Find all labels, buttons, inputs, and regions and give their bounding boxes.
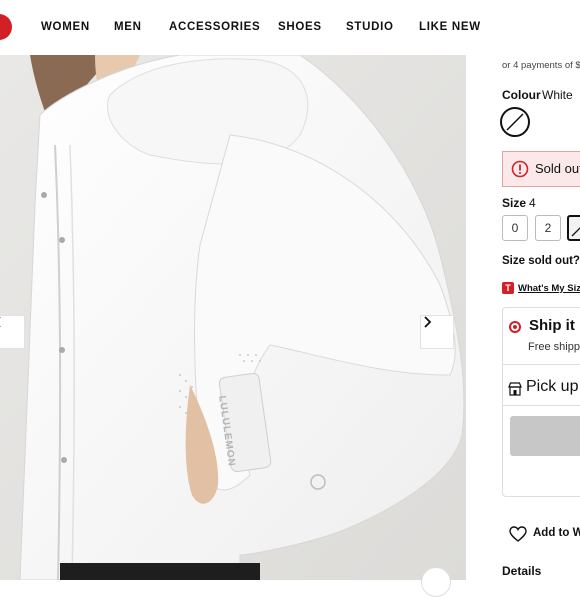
ship-it-subtitle: Free shipp [528, 341, 580, 353]
store-icon [508, 382, 522, 396]
carousel-next-button[interactable] [420, 315, 454, 349]
size-option-0[interactable]: 0 [502, 215, 528, 241]
carousel-prev-button[interactable] [0, 315, 25, 349]
whats-my-size-link[interactable]: What's My Siz [518, 283, 580, 294]
sold-out-alert: Sold out [502, 151, 580, 187]
installments-text: or 4 payments of $4 [502, 60, 580, 71]
chevron-left-icon [0, 317, 1, 327]
product-details-panel: or 4 payments of $4 Colour White Sold ou… [466, 55, 580, 580]
nav-accessories[interactable]: ACCESSORIES [169, 21, 260, 33]
sold-out-text: Sold out [535, 161, 580, 176]
size-value: 4 [529, 196, 536, 210]
pick-up-title[interactable]: Pick up [526, 378, 578, 396]
nav-shoes[interactable]: SHOES [278, 21, 322, 33]
size-sold-out-text[interactable]: Size sold out? G [502, 255, 580, 267]
alert-icon [511, 160, 529, 178]
ship-radio[interactable] [509, 321, 521, 333]
heart-icon[interactable] [509, 526, 527, 542]
top-navigation: WOMEN MEN ACCESSORIES SHOES STUDIO LIKE … [0, 0, 580, 55]
nav-like-new[interactable]: LIKE NEW [419, 21, 481, 33]
nav-men[interactable]: MEN [114, 21, 142, 33]
unavailable-slash-icon [571, 227, 580, 237]
size-guide-icon: T [502, 282, 514, 294]
add-to-wishlist-link[interactable]: Add to W [533, 527, 580, 539]
jacket-photo [0, 55, 466, 580]
ship-it-title[interactable]: Ship it [529, 317, 575, 334]
zoom-button[interactable] [421, 567, 451, 597]
swatch-slash-icon [506, 113, 524, 131]
fulfillment-options-card [502, 307, 580, 497]
size-option-2[interactable]: 2 [535, 215, 561, 241]
divider [502, 364, 580, 365]
colour-value: White [542, 88, 573, 102]
details-heading[interactable]: Details [502, 564, 541, 578]
divider [502, 405, 580, 406]
size-option-4-selected[interactable] [567, 215, 580, 241]
chevron-right-icon [424, 316, 432, 328]
add-to-bag-button-disabled[interactable] [510, 416, 580, 456]
nav-studio[interactable]: STUDIO [346, 21, 394, 33]
brand-logo[interactable] [0, 14, 12, 40]
radio-dot-icon [513, 325, 517, 329]
colour-label: Colour [502, 88, 541, 102]
size-label: Size [502, 196, 527, 210]
product-image[interactable]: LULULEMON [0, 55, 466, 580]
colour-swatch-white[interactable] [500, 107, 530, 137]
nav-women[interactable]: WOMEN [41, 21, 90, 33]
